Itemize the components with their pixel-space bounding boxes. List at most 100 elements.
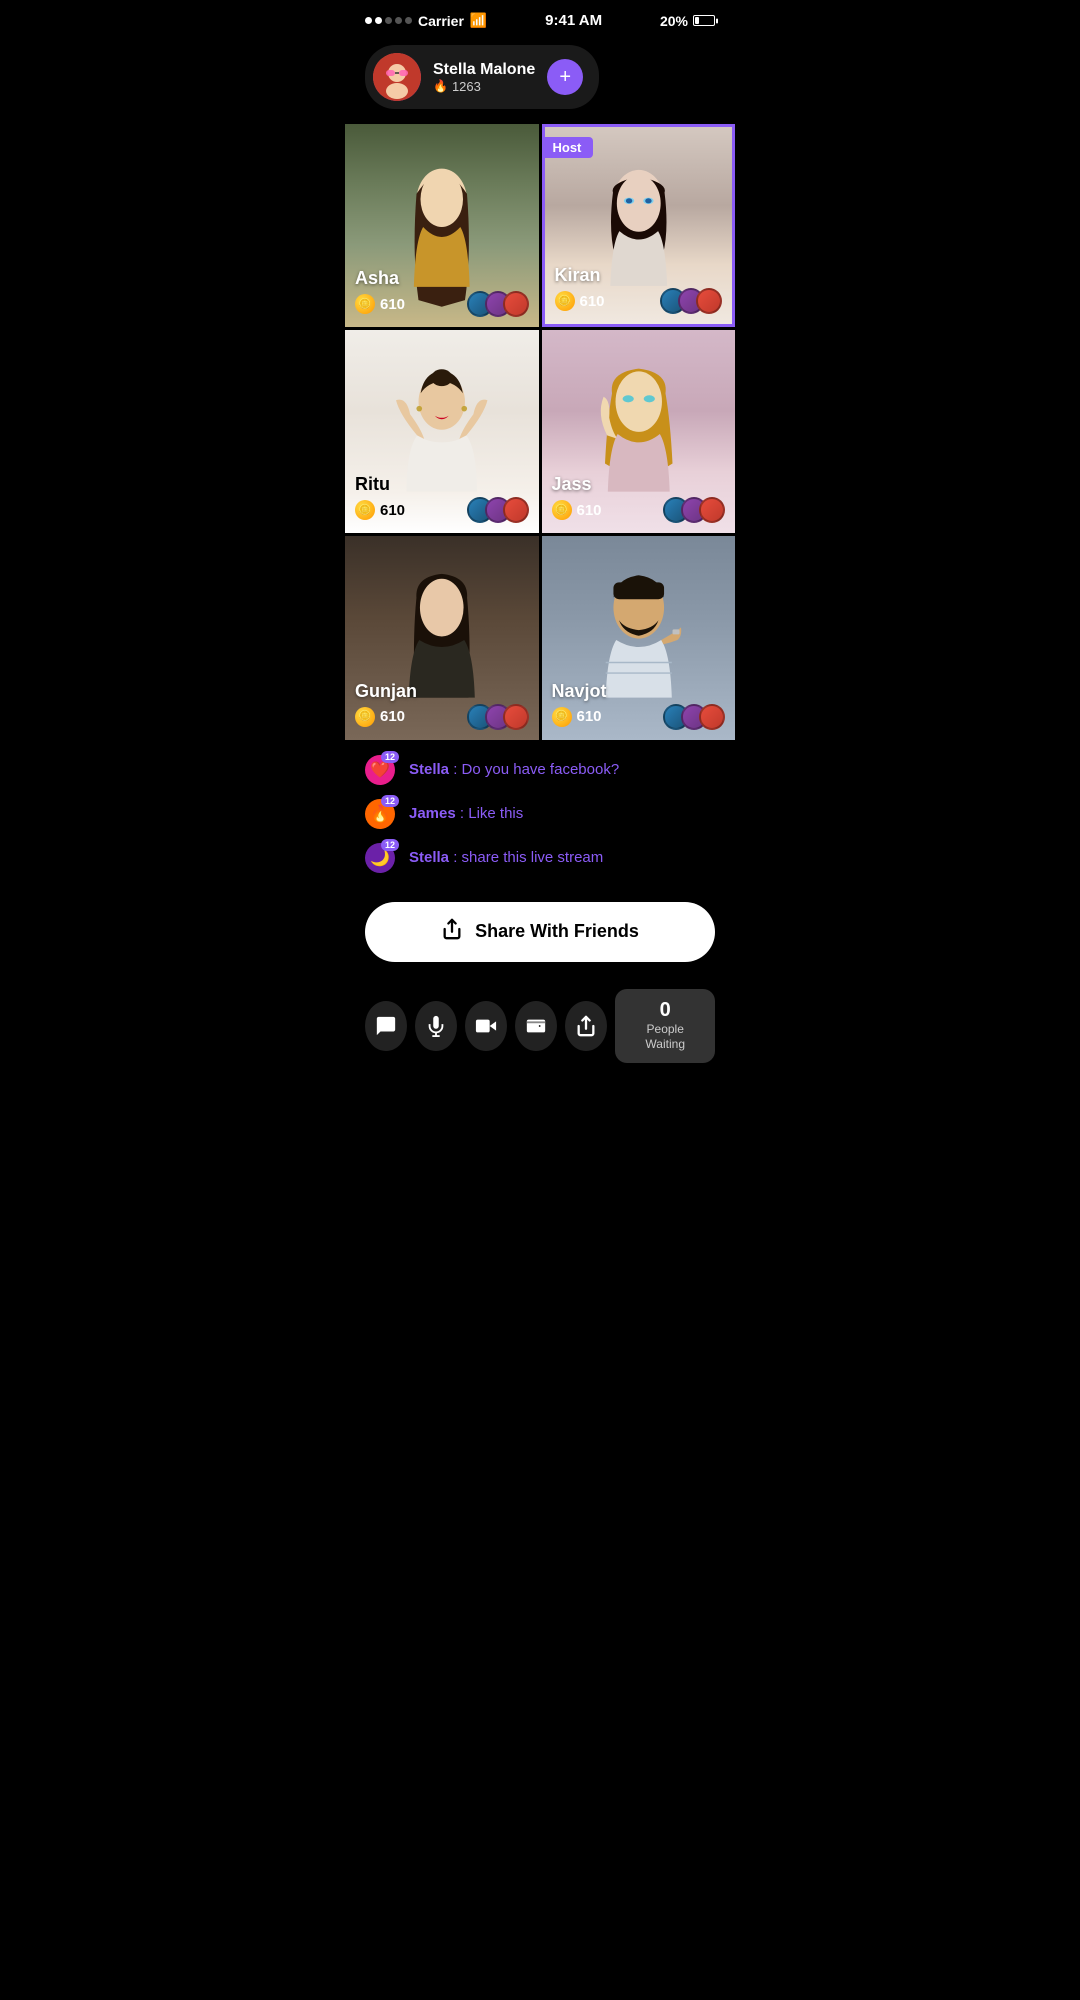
cell-name-jass: Jass bbox=[552, 474, 726, 495]
cell-bottom-ritu: 🪙 610 bbox=[355, 497, 529, 523]
cell-coins-asha: 🪙 610 bbox=[355, 294, 405, 314]
signal-dot-5 bbox=[405, 17, 412, 24]
badge-wrapper-1: ❤️ 12 bbox=[365, 755, 395, 785]
host-badge: Host bbox=[545, 137, 594, 158]
coin-icon: 🪙 bbox=[355, 707, 375, 727]
avatar-stack bbox=[467, 291, 529, 317]
grid-cell-navjot[interactable]: Navjot 🪙 610 bbox=[542, 536, 736, 739]
badge-num-1: 12 bbox=[381, 751, 399, 763]
cell-name-ritu: Ritu bbox=[355, 474, 529, 495]
chat-message-3: 🌙 12 Stella : share this live stream bbox=[365, 843, 715, 873]
bottom-bar: 0 People Waiting bbox=[345, 977, 735, 1075]
cell-bg-gunjan: Gunjan 🪙 610 bbox=[345, 536, 539, 739]
avatar-image bbox=[373, 53, 421, 101]
stack-avatar-1 bbox=[503, 497, 529, 523]
status-left: Carrier 📶 bbox=[365, 12, 487, 29]
coins-value: 610 bbox=[380, 708, 405, 725]
chat-msg-1: Do you have facebook? bbox=[462, 761, 620, 778]
avatar-stack bbox=[467, 497, 529, 523]
chat-user-2: James bbox=[409, 805, 456, 822]
share-button-wrapper: Share With Friends bbox=[345, 897, 735, 977]
chat-separator-2: : bbox=[460, 805, 468, 822]
microphone-button[interactable] bbox=[415, 1001, 457, 1051]
wallet-button[interactable] bbox=[515, 1001, 557, 1051]
people-waiting-count: 0 bbox=[631, 999, 699, 1022]
chat-text-1: Stella : Do you have facebook? bbox=[409, 761, 619, 778]
grid-cell-jass[interactable]: Jass 🪙 610 bbox=[542, 330, 736, 533]
badge-wrapper-3: 🌙 12 bbox=[365, 843, 395, 873]
grid-cell-gunjan[interactable]: Gunjan 🪙 610 bbox=[345, 536, 539, 739]
cell-coins-jass: 🪙 610 bbox=[552, 500, 602, 520]
coin-icon: 🪙 bbox=[555, 291, 575, 311]
people-waiting-panel: 0 People Waiting bbox=[615, 989, 715, 1063]
chat-message-2: 🔥 12 James : Like this bbox=[365, 799, 715, 829]
user-score: 🔥 1263 bbox=[433, 79, 535, 94]
carrier-label: Carrier bbox=[418, 13, 464, 29]
chat-message-1: ❤️ 12 Stella : Do you have facebook? bbox=[365, 755, 715, 785]
coins-value: 610 bbox=[380, 296, 405, 313]
cell-bg-kiran: Host Kiran 🪙 610 bbox=[545, 127, 733, 324]
share-button-label: Share With Friends bbox=[475, 921, 639, 942]
badge-num-2: 12 bbox=[381, 795, 399, 807]
coin-icon: 🪙 bbox=[552, 707, 572, 727]
share-button-icon bbox=[441, 918, 463, 946]
user-header: Stella Malone 🔥 1263 + bbox=[365, 45, 599, 109]
signal-dot-2 bbox=[375, 17, 382, 24]
cell-bottom-gunjan: 🪙 610 bbox=[355, 704, 529, 730]
cell-coins-navjot: 🪙 610 bbox=[552, 707, 602, 727]
people-waiting-label: People Waiting bbox=[631, 1022, 699, 1053]
user-info: Stella Malone 🔥 1263 bbox=[433, 61, 535, 94]
coin-icon: 🪙 bbox=[355, 294, 375, 314]
chat-msg-2: Like this bbox=[468, 805, 523, 822]
status-right: 20% bbox=[660, 13, 715, 29]
score-value: 1263 bbox=[452, 79, 481, 94]
avatar-stack bbox=[663, 704, 725, 730]
cell-name-gunjan: Gunjan bbox=[355, 681, 529, 702]
coin-icon: 🪙 bbox=[552, 500, 572, 520]
cell-coins-ritu: 🪙 610 bbox=[355, 500, 405, 520]
battery-percent: 20% bbox=[660, 13, 688, 29]
chat-user-1: Stella bbox=[409, 761, 449, 778]
share-bottom-button[interactable] bbox=[565, 1001, 607, 1051]
coins-value: 610 bbox=[577, 708, 602, 725]
cell-name-asha: Asha bbox=[355, 268, 529, 289]
add-button[interactable]: + bbox=[547, 59, 583, 95]
badge-num-3: 12 bbox=[381, 839, 399, 851]
cell-bottom-asha: 🪙 610 bbox=[355, 291, 529, 317]
avatar-stack bbox=[663, 497, 725, 523]
cell-bg-jass: Jass 🪙 610 bbox=[542, 330, 736, 533]
share-with-friends-button[interactable]: Share With Friends bbox=[365, 902, 715, 962]
coins-value: 610 bbox=[580, 293, 605, 310]
video-button[interactable] bbox=[465, 1001, 507, 1051]
cell-name-navjot: Navjot bbox=[552, 681, 726, 702]
grid-cell-asha[interactable]: Asha 🪙 610 bbox=[345, 124, 539, 327]
chat-button[interactable] bbox=[365, 1001, 407, 1051]
user-name: Stella Malone bbox=[433, 61, 535, 79]
stack-avatar-1 bbox=[503, 291, 529, 317]
grid-cell-ritu[interactable]: Ritu 🪙 610 bbox=[345, 330, 539, 533]
flame-icon: 🔥 bbox=[433, 79, 448, 93]
signal-dot-4 bbox=[395, 17, 402, 24]
cell-bg-navjot: Navjot 🪙 610 bbox=[542, 536, 736, 739]
avatar-stack bbox=[467, 704, 529, 730]
coin-icon: 🪙 bbox=[355, 500, 375, 520]
battery-icon bbox=[693, 15, 715, 26]
stack-avatar-1 bbox=[699, 497, 725, 523]
cell-bg-ritu: Ritu 🪙 610 bbox=[345, 330, 539, 533]
cell-bg-asha: Asha 🪙 610 bbox=[345, 124, 539, 327]
coins-value: 610 bbox=[577, 502, 602, 519]
status-bar: Carrier 📶 9:41 AM 20% bbox=[345, 0, 735, 35]
cell-coins-gunjan: 🪙 610 bbox=[355, 707, 405, 727]
coins-value: 610 bbox=[380, 502, 405, 519]
badge-wrapper-2: 🔥 12 bbox=[365, 799, 395, 829]
status-time: 9:41 AM bbox=[545, 12, 602, 29]
chat-section: ❤️ 12 Stella : Do you have facebook? 🔥 1… bbox=[345, 740, 735, 897]
signal-dots bbox=[365, 17, 412, 24]
cell-name-kiran: Kiran bbox=[555, 265, 723, 286]
chat-msg-3: share this live stream bbox=[462, 849, 604, 866]
chat-text-2: James : Like this bbox=[409, 805, 523, 822]
chat-text-3: Stella : share this live stream bbox=[409, 849, 603, 866]
chat-separator-3: : bbox=[453, 849, 461, 866]
stack-avatar-1 bbox=[699, 704, 725, 730]
grid-cell-kiran[interactable]: Host Kiran 🪙 610 bbox=[542, 124, 736, 327]
